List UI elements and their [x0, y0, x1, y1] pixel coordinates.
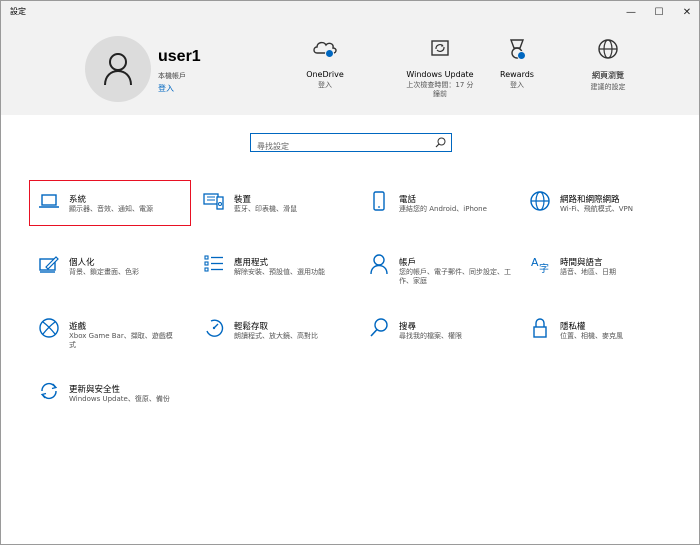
quick-link-status: 登入	[318, 81, 332, 89]
category-description: Windows Update、復原、備份	[69, 395, 170, 403]
category-label: 電話	[399, 195, 417, 205]
category-label: 應用程式	[234, 258, 269, 268]
category-description: 位置、相機、麥克風	[560, 332, 623, 340]
category-description: 語音、地區、日期	[560, 268, 616, 276]
category-description: 顯示器、音效、通知、電源	[69, 205, 153, 213]
category-label: 隱私權	[560, 322, 586, 332]
category-label: 系統	[69, 195, 87, 205]
category-label: 網路和網際網路	[560, 195, 620, 205]
personalization-icon	[39, 256, 59, 273]
category-network[interactable]: 網路和網際網路 Wi-Fi、飛航模式、VPN	[521, 181, 681, 225]
category-update-security[interactable]: 更新與安全性 Windows Update、復原、備份	[30, 371, 190, 415]
sync-icon	[40, 382, 58, 400]
ease-of-access-icon	[206, 319, 224, 337]
rewards-medal-icon	[503, 37, 531, 61]
category-description: Wi-Fi、飛航模式、VPN	[560, 205, 633, 213]
lock-icon	[533, 318, 547, 338]
settings-window: 設定 — ☐ ✕ user1 本機帳戶 登入 OneDrive 登入 Windo…	[0, 0, 700, 545]
category-phone[interactable]: 電話 連結您的 Android、iPhone	[360, 181, 520, 225]
category-description: 藍牙、印表機、滑鼠	[234, 205, 297, 213]
person-icon	[104, 53, 132, 86]
windows-update-icon	[426, 37, 454, 61]
quick-link-rewards[interactable]: Rewards 登入	[472, 37, 562, 90]
xbox-icon	[39, 318, 59, 338]
category-label: 個人化	[69, 258, 95, 268]
category-description: Xbox Game Bar、擷取、遊戲模式	[69, 332, 173, 349]
quick-link-label: Rewards	[500, 70, 534, 79]
category-devices[interactable]: 裝置 藍牙、印表機、滑鼠	[195, 181, 355, 225]
category-description: 解除安裝、預設值、選用功能	[234, 268, 325, 276]
close-button[interactable]: ✕	[672, 1, 700, 23]
globe-icon	[594, 37, 622, 61]
quick-link-status: 建議的設定	[590, 83, 626, 91]
header-banner: user1 本機帳戶 登入 OneDrive 登入 Windows Update…	[1, 23, 699, 115]
search-input[interactable]	[251, 138, 426, 155]
category-description: 連結您的 Android、iPhone	[399, 205, 487, 213]
devices-icon	[203, 193, 224, 210]
globe-icon	[530, 191, 550, 211]
category-gaming[interactable]: 遊戲 Xbox Game Bar、擷取、遊戲模式	[30, 308, 190, 352]
laptop-icon	[39, 194, 59, 208]
quick-link-onedrive[interactable]: OneDrive 登入	[280, 37, 370, 90]
category-label: 更新與安全性	[69, 385, 121, 395]
category-description: 背景、鎖定畫面、色彩	[69, 268, 139, 276]
title-bar: 設定 — ☐ ✕	[1, 1, 699, 23]
category-label: 遊戲	[69, 322, 87, 332]
quick-link-status: 登入	[510, 81, 524, 89]
category-description: 您的帳戶、電子郵件、同步設定、工作、家庭	[399, 268, 511, 285]
category-personalization[interactable]: 個人化 背景、鎖定畫面、色彩	[30, 244, 190, 288]
category-label: 裝置	[234, 195, 252, 205]
avatar[interactable]	[85, 36, 151, 102]
quick-link-label: 網頁瀏覽	[592, 71, 624, 80]
minimize-button[interactable]: —	[616, 1, 646, 23]
category-accounts[interactable]: 帳戶 您的帳戶、電子郵件、同步設定、工作、家庭	[360, 244, 520, 288]
category-search[interactable]: 搜尋 尋找我的檔案、權限	[360, 308, 520, 352]
category-system[interactable]: 系統 顯示器、音效、通知、電源	[29, 180, 191, 226]
time-language-icon: A 字	[531, 256, 549, 275]
user-name: user1	[158, 48, 201, 65]
category-description: 尋找我的檔案、權限	[399, 332, 462, 340]
category-label: 搜尋	[399, 322, 417, 332]
category-label: 帳戶	[399, 258, 417, 268]
category-ease-of-access[interactable]: 輕鬆存取 朗讀程式、放大鏡、高對比	[195, 308, 355, 352]
account-type: 本機帳戶	[158, 72, 186, 80]
category-description: 朗讀程式、放大鏡、高對比	[234, 332, 318, 340]
svg-text:A: A	[531, 256, 539, 269]
search-icon	[370, 318, 388, 337]
phone-icon	[373, 191, 385, 211]
category-label: 時間與語言	[560, 258, 603, 268]
onedrive-cloud-icon	[311, 37, 339, 61]
category-privacy[interactable]: 隱私權 位置、相機、麥克風	[521, 308, 681, 352]
category-time-language[interactable]: A 字 時間與語言 語音、地區、日期	[521, 244, 681, 288]
person-icon	[370, 254, 388, 275]
maximize-button[interactable]: ☐	[644, 1, 674, 23]
window-title: 設定	[10, 7, 26, 16]
sign-in-link[interactable]: 登入	[158, 83, 174, 94]
quick-link-label: OneDrive	[306, 70, 344, 79]
category-label: 輕鬆存取	[234, 322, 269, 332]
search-box[interactable]	[250, 133, 452, 155]
category-apps[interactable]: 應用程式 解除安裝、預設值、選用功能	[195, 244, 355, 288]
search-icon[interactable]	[435, 137, 446, 148]
svg-text:字: 字	[539, 262, 549, 275]
apps-list-icon	[204, 255, 223, 272]
quick-link-web-browsing[interactable]: 網頁瀏覽 建議的設定	[563, 37, 653, 92]
